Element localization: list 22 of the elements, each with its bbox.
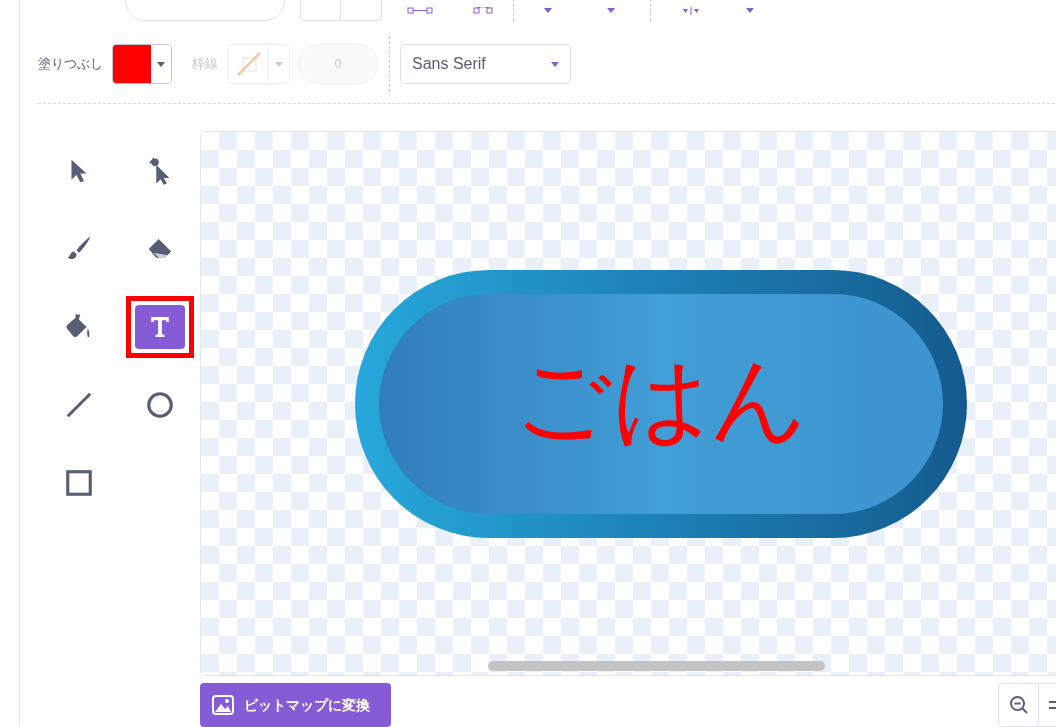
caret-icon bbox=[544, 8, 552, 13]
image-icon bbox=[212, 695, 234, 715]
canvas-text[interactable]: ごはん bbox=[355, 344, 967, 454]
caret-icon bbox=[157, 61, 165, 67]
fill-label: 塗りつぶし bbox=[38, 55, 104, 74]
caret-icon bbox=[275, 61, 283, 67]
horizontal-scrollbar[interactable] bbox=[488, 661, 825, 671]
caret-icon bbox=[551, 61, 559, 67]
circle-icon bbox=[144, 390, 175, 420]
convert-to-bitmap-button[interactable]: ビットマップに変換 bbox=[200, 683, 391, 727]
tool-button[interactable] bbox=[134, 305, 185, 349]
zoom-out-icon bbox=[1008, 695, 1029, 715]
font-dropdown[interactable]: Sans Serif bbox=[400, 44, 571, 84]
drawing-canvas[interactable]: ごはん bbox=[200, 131, 1056, 676]
node-icon[interactable] bbox=[473, 7, 493, 15]
outline-color-picker[interactable] bbox=[228, 44, 290, 84]
caret-icon bbox=[746, 8, 754, 13]
fill-color-picker[interactable] bbox=[112, 44, 172, 84]
caret-icon bbox=[607, 8, 615, 13]
flip-icon[interactable] bbox=[681, 7, 701, 15]
node-icon[interactable] bbox=[407, 7, 433, 15]
rectangle-icon bbox=[63, 468, 94, 498]
